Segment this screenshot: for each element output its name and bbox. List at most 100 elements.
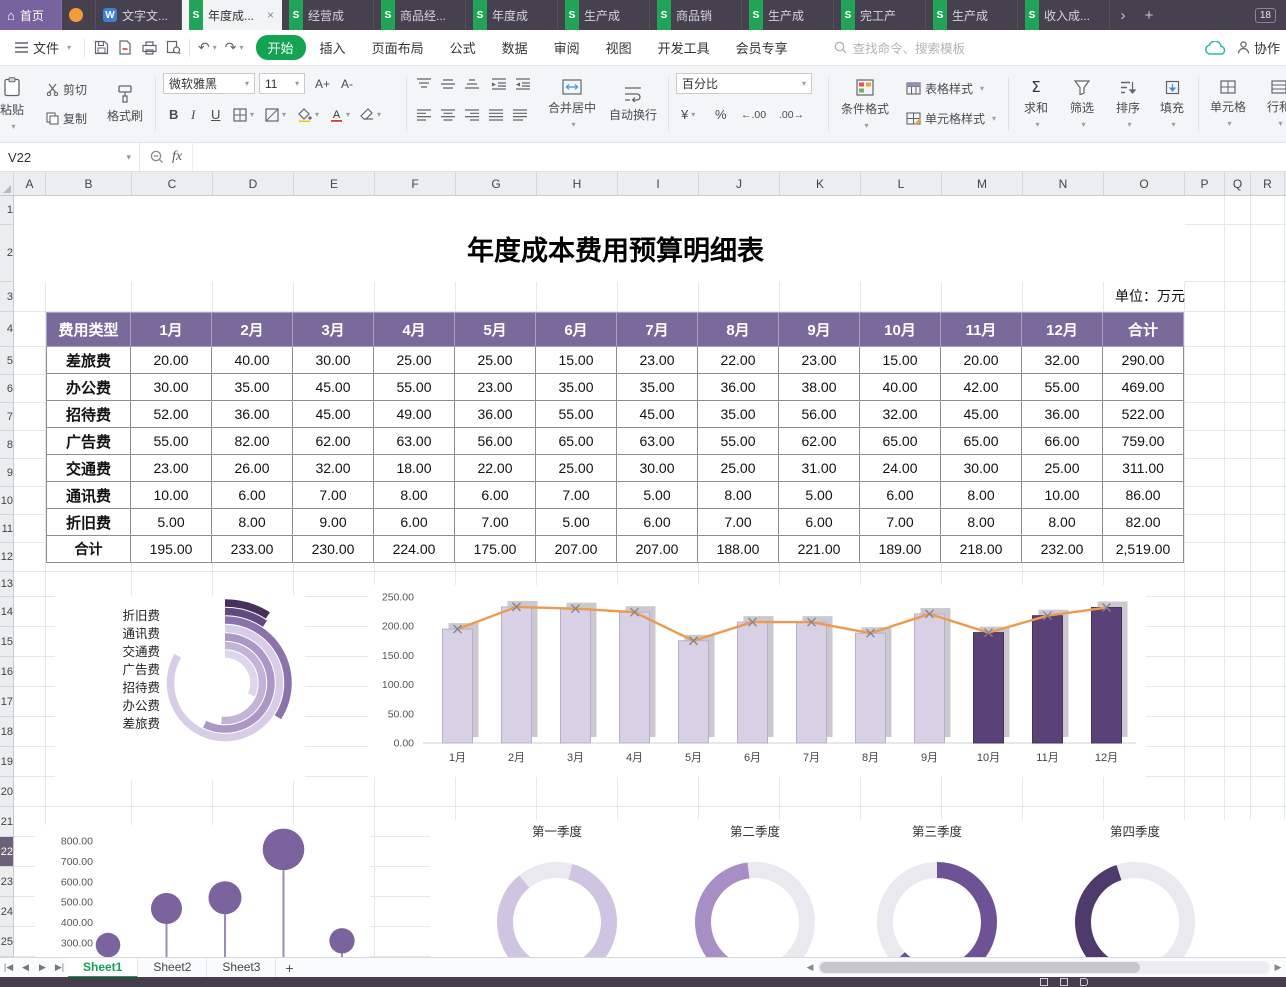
conditional-format-button[interactable]: 条件格式 <box>834 71 896 137</box>
table-cell[interactable]: 188.00 <box>698 536 779 563</box>
column-header-J[interactable]: J <box>699 172 780 195</box>
table-cell[interactable]: 7.00 <box>860 509 941 536</box>
table-header-cell[interactable]: 8月 <box>698 313 779 347</box>
table-header-cell[interactable]: 12月 <box>1022 313 1103 347</box>
italic-button[interactable]: I <box>188 104 198 125</box>
row-header-1[interactable]: 1 <box>0 196 14 225</box>
table-cell[interactable]: 7.00 <box>536 482 617 509</box>
table-cell[interactable]: 合计 <box>47 536 131 563</box>
doc-tab-3[interactable]: S年度成...× <box>182 0 282 30</box>
name-box[interactable]: V22 ▾ <box>0 143 140 171</box>
table-cell[interactable]: 52.00 <box>131 401 212 428</box>
table-cell[interactable]: 30.00 <box>293 347 374 374</box>
table-cell[interactable]: 311.00 <box>1103 455 1184 482</box>
row-header-8[interactable]: 8 <box>0 431 14 459</box>
table-cell[interactable]: 207.00 <box>617 536 698 563</box>
row-header-19[interactable]: 19 <box>0 747 14 777</box>
table-cell[interactable]: 55.00 <box>131 428 212 455</box>
table-cell[interactable]: 20.00 <box>131 347 212 374</box>
increase-indent-button[interactable] <box>513 73 533 94</box>
table-cell[interactable]: 65.00 <box>941 428 1022 455</box>
table-cell[interactable]: 6.00 <box>212 482 293 509</box>
table-cell[interactable]: 通讯费 <box>47 482 131 509</box>
table-header-cell[interactable]: 10月 <box>860 313 941 347</box>
table-cell[interactable]: 30.00 <box>941 455 1022 482</box>
row-header-5[interactable]: 5 <box>0 347 14 375</box>
table-cell[interactable]: 40.00 <box>860 374 941 401</box>
table-cell[interactable]: 32.00 <box>1022 347 1103 374</box>
doc-tab-6[interactable]: S年度成 <box>466 0 558 30</box>
table-cell[interactable]: 469.00 <box>1103 374 1184 401</box>
export-pdf-button[interactable] <box>113 37 137 59</box>
table-cell[interactable]: 15.00 <box>860 347 941 374</box>
table-cell[interactable]: 224.00 <box>374 536 455 563</box>
row-header-11[interactable]: 11 <box>0 515 14 543</box>
fill-color-button[interactable] <box>294 104 322 125</box>
table-cell[interactable]: 10.00 <box>1022 482 1103 509</box>
column-header-D[interactable]: D <box>213 172 294 195</box>
sheet-tab-sheet1[interactable]: Sheet1 <box>68 958 138 978</box>
last-sheet-button[interactable]: ▶| <box>51 962 68 973</box>
table-cell[interactable]: 8.00 <box>941 509 1022 536</box>
menu-tab-0[interactable]: 开始 <box>256 35 306 60</box>
doc-tab-7[interactable]: S生产成 <box>558 0 650 30</box>
align-center-button[interactable] <box>438 104 458 125</box>
command-search[interactable]: 查找命令、搜索模板 <box>834 38 966 57</box>
table-cell[interactable]: 189.00 <box>860 536 941 563</box>
scrollbar-track[interactable] <box>818 961 1270 974</box>
normal-view-icon[interactable] <box>1040 978 1048 986</box>
table-cell[interactable]: 6.00 <box>617 509 698 536</box>
table-cell[interactable]: 522.00 <box>1103 401 1184 428</box>
add-sheet-button[interactable]: + <box>276 960 302 976</box>
scroll-right-icon[interactable]: ▶ <box>1272 962 1284 973</box>
table-header-cell[interactable]: 3月 <box>293 313 374 347</box>
table-cell[interactable]: 8.00 <box>1022 509 1103 536</box>
font-size-select[interactable]: 11▾ <box>259 73 305 94</box>
table-cell[interactable]: 207.00 <box>536 536 617 563</box>
table-cell[interactable]: 45.00 <box>293 401 374 428</box>
paste-button[interactable]: 粘贴 <box>0 71 40 137</box>
table-cell[interactable]: 折旧费 <box>47 509 131 536</box>
prev-sheet-button[interactable]: ◀ <box>17 962 34 973</box>
align-middle-button[interactable] <box>438 73 458 94</box>
doc-tab-0[interactable]: ⌂首页 <box>0 0 62 30</box>
wrap-text-button[interactable]: 自动换行 <box>604 71 662 137</box>
table-header-cell[interactable]: 11月 <box>941 313 1022 347</box>
collapse-formula-icon[interactable] <box>150 150 164 164</box>
table-cell[interactable]: 36.00 <box>455 401 536 428</box>
table-cell[interactable]: 25.00 <box>455 347 536 374</box>
table-cell[interactable]: 40.00 <box>212 347 293 374</box>
table-cell[interactable]: 36.00 <box>1022 401 1103 428</box>
table-cell[interactable]: 35.00 <box>617 374 698 401</box>
table-cell[interactable]: 差旅费 <box>47 347 131 374</box>
copy-button[interactable]: 复制 <box>42 107 91 129</box>
column-header-C[interactable]: C <box>132 172 213 195</box>
row-header-9[interactable]: 9 <box>0 459 14 487</box>
row-header-18[interactable]: 18 <box>0 717 14 747</box>
column-header-B[interactable]: B <box>46 172 132 195</box>
chart-quarter-gauges[interactable]: 第一季度第二季度第三季度第四季度 <box>430 820 1286 957</box>
menu-tab-6[interactable]: 视图 <box>594 35 644 60</box>
menu-tab-1[interactable]: 插入 <box>308 35 358 60</box>
table-cell[interactable]: 9.00 <box>293 509 374 536</box>
table-cell[interactable]: 45.00 <box>293 374 374 401</box>
table-cell[interactable]: 32.00 <box>293 455 374 482</box>
table-cell[interactable]: 7.00 <box>455 509 536 536</box>
menu-tab-3[interactable]: 公式 <box>438 35 488 60</box>
table-cell[interactable]: 49.00 <box>374 401 455 428</box>
decrease-decimal-button[interactable]: .00→ <box>776 104 807 125</box>
table-cell[interactable]: 15.00 <box>536 347 617 374</box>
row-header-22[interactable]: 22 <box>0 837 14 867</box>
table-cell[interactable]: 10.00 <box>131 482 212 509</box>
row-header-12[interactable]: 12 <box>0 543 14 572</box>
table-cell[interactable]: 55.00 <box>698 428 779 455</box>
table-cell[interactable]: 56.00 <box>455 428 536 455</box>
font-name-select[interactable]: 微软雅黑▾ <box>163 73 255 94</box>
increase-decimal-button[interactable]: ←.00 <box>738 104 769 125</box>
insert-function-button[interactable]: fx <box>172 149 182 165</box>
cut-button[interactable]: 剪切 <box>42 78 91 100</box>
rows-cols-button[interactable]: 行和 <box>1255 71 1286 137</box>
table-cell[interactable]: 22.00 <box>698 347 779 374</box>
table-header-cell[interactable]: 7月 <box>617 313 698 347</box>
table-cell[interactable]: 8.00 <box>941 482 1022 509</box>
